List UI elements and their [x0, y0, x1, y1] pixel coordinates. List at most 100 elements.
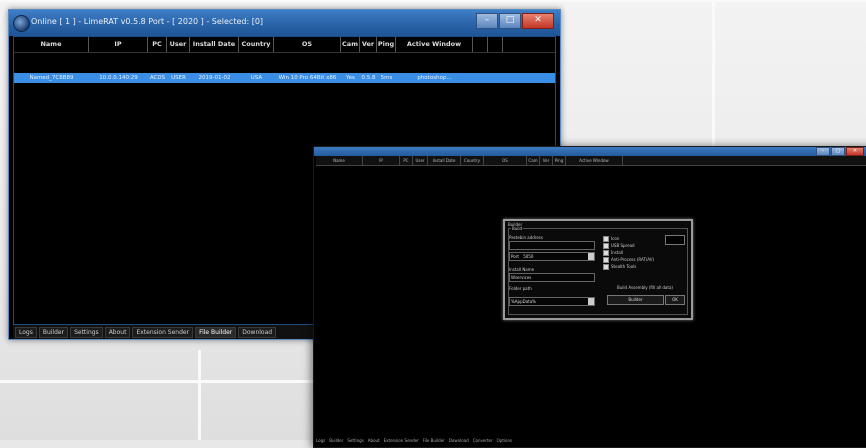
- maximize-icon[interactable]: □: [831, 147, 845, 156]
- column-header[interactable]: Ping: [553, 156, 566, 165]
- column-header[interactable]: PC: [148, 37, 167, 52]
- group-label: Build: [511, 226, 524, 232]
- tab-item[interactable]: Download: [238, 326, 277, 338]
- tab-item[interactable]: Download: [449, 438, 469, 443]
- column-header[interactable]: Country: [461, 156, 484, 165]
- build-button[interactable]: Builder: [607, 295, 664, 305]
- column-header[interactable]: Country: [239, 37, 274, 52]
- checkbox-label: Anti-Process (RAT/AV): [611, 257, 655, 262]
- column-header[interactable]: OS: [484, 156, 527, 165]
- icon-preview[interactable]: [665, 235, 685, 245]
- table-cell: ACDS: [149, 75, 166, 81]
- checkbox-icon[interactable]: [603, 235, 609, 242]
- table-cell: 5ms: [380, 75, 393, 81]
- browse-button[interactable]: [588, 298, 594, 305]
- checkbox-label: Icon: [611, 236, 620, 241]
- table-cell: 2019-01-02: [198, 75, 231, 81]
- window-title: Online [ 1 ] - LimeRAT v0.5.8 Port - [ 2…: [31, 17, 264, 26]
- title-bar[interactable]: – □ ✕: [314, 147, 866, 156]
- wall-panel-line: [0, 380, 320, 383]
- column-header[interactable]: Active Window: [566, 156, 623, 165]
- column-header[interactable]: Active Window: [396, 37, 473, 52]
- port-field[interactable]: Port 5050: [509, 252, 595, 261]
- build-fields: Pastebin address Port 5050 Install Name …: [509, 235, 595, 306]
- column-header[interactable]: IP: [363, 156, 400, 165]
- tab-item[interactable]: Extension Sender: [132, 326, 194, 338]
- install-field[interactable]: Wservices: [509, 273, 595, 282]
- column-header[interactable]: Ver: [360, 37, 377, 52]
- column-header[interactable]: Ping: [377, 37, 396, 52]
- minimize-icon[interactable]: –: [816, 147, 830, 156]
- tab-item[interactable]: File Builder: [423, 438, 445, 443]
- builder-dialog: Builder Build Pastebin address Port 5050…: [503, 219, 693, 320]
- table-cell: USA: [250, 75, 263, 81]
- column-header[interactable]: Install Date: [190, 37, 239, 52]
- tab-item[interactable]: Builder: [38, 326, 69, 338]
- checkbox-icon[interactable]: [603, 242, 609, 249]
- folder-field[interactable]: %AppData%: [509, 297, 595, 306]
- tab-item[interactable]: Extension Sender: [384, 438, 419, 443]
- checkbox-icon[interactable]: [603, 256, 609, 263]
- column-header[interactable]: Cam: [341, 37, 360, 52]
- tab-item[interactable]: Converter: [473, 438, 493, 443]
- port-button[interactable]: [588, 253, 594, 260]
- app-icon: [13, 15, 30, 32]
- port-value: 5050: [523, 254, 534, 259]
- column-header[interactable]: User: [167, 37, 190, 52]
- tab-item[interactable]: Settings: [347, 438, 363, 443]
- host-field[interactable]: [509, 241, 595, 250]
- tab-item[interactable]: Logs: [316, 438, 325, 443]
- close-icon[interactable]: ✕: [846, 147, 864, 156]
- checkbox-icon[interactable]: [603, 249, 609, 256]
- table-row[interactable]: Named_7C8B89 10.0.0.140:29 ACDS USER 2019-01…: [14, 73, 555, 83]
- column-header[interactable]: OS: [274, 37, 341, 52]
- tab-item[interactable]: Logs: [15, 326, 37, 338]
- checkbox-icon[interactable]: [603, 263, 609, 270]
- wall-panel-line: [0, 0, 866, 2]
- option-checkbox[interactable]: Stealth Tools: [603, 263, 683, 270]
- table-cell: 10.0.0.140:29: [99, 75, 138, 81]
- minimize-icon[interactable]: –: [476, 13, 498, 29]
- column-header[interactable]: Ver: [540, 156, 553, 165]
- table-cell: [488, 73, 503, 83]
- table-cell: USER: [171, 75, 186, 81]
- checkbox-label: Stealth Tools: [611, 264, 637, 269]
- port-label: Port: [511, 254, 519, 259]
- table-cell: [473, 73, 488, 83]
- column-header[interactable]: PC: [400, 156, 413, 165]
- title-bar[interactable]: Online [ 1 ] - LimeRAT v0.5.8 Port - [ 2…: [9, 10, 560, 36]
- ok-button[interactable]: OK: [665, 295, 685, 305]
- tab-item[interactable]: Builder: [329, 438, 343, 443]
- column-header[interactable]: [488, 37, 503, 52]
- tab-item[interactable]: Settings: [70, 326, 103, 338]
- tab-item[interactable]: File Builder: [195, 326, 237, 338]
- tab-item[interactable]: About: [368, 438, 380, 443]
- table-cell: Win 10 Pro 64Bit x86: [278, 75, 337, 81]
- table-header: Name IP PC User Install Date Country OS Cam Ver P…: [316, 156, 866, 166]
- column-header[interactable]: Cam: [527, 156, 540, 165]
- checkbox-label: USB Spread: [611, 243, 635, 248]
- column-header[interactable]: [473, 37, 488, 52]
- bottom-tab-bar: Logs Builder Settings About Extension Sender…: [316, 438, 512, 443]
- folder-label: Folder path: [509, 286, 532, 291]
- wall-panel-line: [712, 0, 715, 150]
- maximize-icon[interactable]: □: [499, 13, 521, 29]
- option-checkbox[interactable]: Install: [603, 249, 683, 256]
- info-text: Build Assembly (fill all data): [617, 285, 673, 290]
- table-cell: photoshop...: [417, 75, 452, 81]
- folder-value: %AppData%: [511, 299, 536, 304]
- tab-item[interactable]: Options: [497, 438, 512, 443]
- column-header[interactable]: Name: [316, 156, 363, 165]
- column-header[interactable]: User: [413, 156, 428, 165]
- tab-item[interactable]: About: [104, 326, 131, 338]
- close-icon[interactable]: ✕: [522, 13, 554, 29]
- table-header: Name IP PC User Install Date Country OS Cam Ver P…: [14, 37, 555, 53]
- column-header[interactable]: IP: [89, 37, 148, 52]
- table-cell: Yes: [346, 75, 355, 81]
- table-cell: 0.5.8: [361, 75, 376, 81]
- wall-panel-line: [198, 350, 201, 440]
- column-header[interactable]: Name: [14, 37, 89, 52]
- checkbox-label: Install: [611, 250, 624, 255]
- column-header[interactable]: Install Date: [428, 156, 461, 165]
- option-checkbox[interactable]: Anti-Process (RAT/AV): [603, 256, 683, 263]
